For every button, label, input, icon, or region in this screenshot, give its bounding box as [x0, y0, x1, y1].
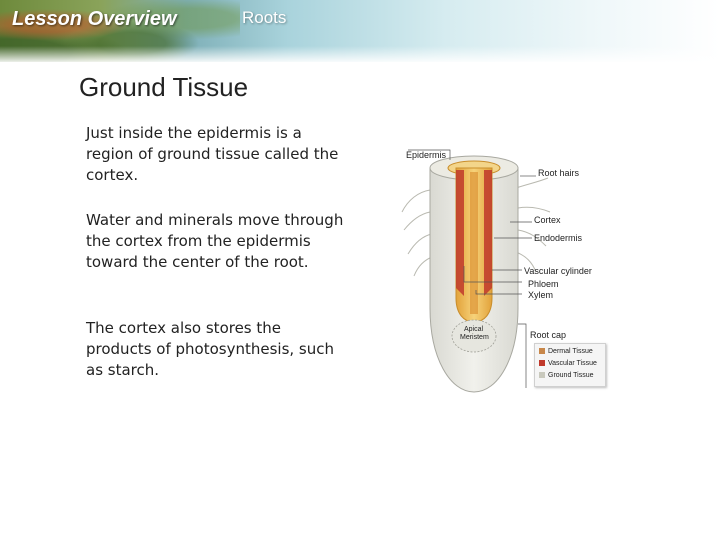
root-diagram: Epidermis Root hairs Cortex Endodermis V…	[398, 138, 612, 394]
legend-row-dermal: Dermal Tissue	[539, 348, 593, 359]
legend-row-vascular: Vascular Tissue	[539, 360, 597, 371]
banner-fade	[0, 46, 720, 62]
label-meristem: Meristem	[460, 334, 489, 341]
ground-swatch	[539, 372, 545, 379]
dermal-swatch	[539, 348, 545, 355]
legend-row-ground: Ground Tissue	[539, 372, 594, 383]
label-phloem: Phloem	[528, 279, 559, 289]
label-root-cap: Root cap	[530, 330, 567, 340]
paragraph-storage: The cortex also stores the products of p…	[86, 319, 334, 379]
slide-title: Ground Tissue	[79, 72, 249, 102]
legend-label-dermal: Dermal Tissue	[548, 348, 593, 355]
topic-label: Roots	[242, 8, 287, 27]
label-root-hairs: Root hairs	[538, 168, 580, 178]
label-cortex: Cortex	[534, 215, 561, 225]
header-banner: Lesson Overview Roots	[0, 0, 720, 62]
vascular-swatch	[539, 360, 545, 367]
legend-label-ground: Ground Tissue	[548, 372, 594, 379]
label-endodermis: Endodermis	[534, 233, 583, 243]
legend-label-vascular: Vascular Tissue	[548, 360, 597, 367]
label-apical: Apical	[464, 326, 484, 333]
lesson-overview-label: Lesson Overview	[12, 8, 177, 30]
label-epidermis: Epidermis	[406, 150, 447, 160]
label-xylem: Xylem	[528, 290, 554, 300]
label-vascular-cylinder: Vascular cylinder	[524, 266, 592, 276]
paragraph-epidermis: Just inside the epidermis is a region of…	[86, 124, 339, 184]
tissue-legend: Dermal Tissue Vascular Tissue Ground Tis…	[534, 343, 606, 387]
paragraph-water-minerals: Water and minerals move through the cort…	[86, 211, 344, 271]
